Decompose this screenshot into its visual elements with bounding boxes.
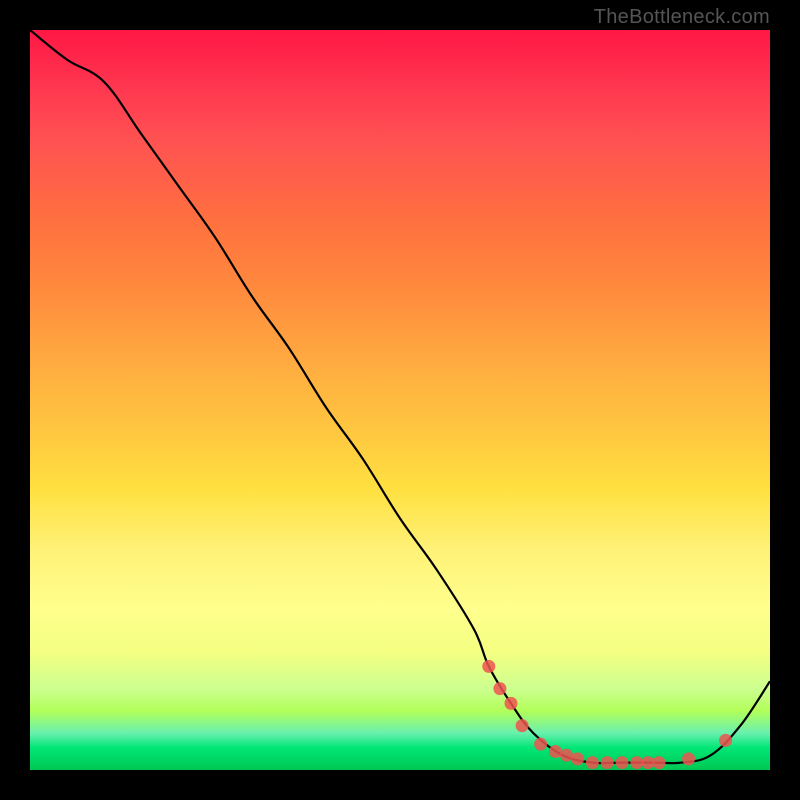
data-points bbox=[482, 660, 732, 769]
data-point bbox=[616, 756, 629, 769]
data-point bbox=[653, 756, 666, 769]
data-point bbox=[549, 745, 562, 758]
data-point bbox=[630, 756, 643, 769]
plot-area bbox=[30, 30, 770, 770]
data-point bbox=[516, 719, 529, 732]
chart-container: TheBottleneck.com bbox=[0, 0, 800, 800]
line-chart-svg bbox=[30, 30, 770, 770]
bottleneck-curve bbox=[30, 30, 770, 763]
data-point bbox=[641, 756, 654, 769]
data-point bbox=[682, 752, 695, 765]
data-point bbox=[560, 749, 573, 762]
data-point bbox=[571, 752, 584, 765]
data-point bbox=[601, 756, 614, 769]
data-point bbox=[493, 682, 506, 695]
data-point bbox=[719, 734, 732, 747]
data-point bbox=[586, 756, 599, 769]
data-point bbox=[505, 697, 518, 710]
data-point bbox=[482, 660, 495, 673]
data-point bbox=[534, 738, 547, 751]
watermark-text: TheBottleneck.com bbox=[594, 6, 770, 29]
